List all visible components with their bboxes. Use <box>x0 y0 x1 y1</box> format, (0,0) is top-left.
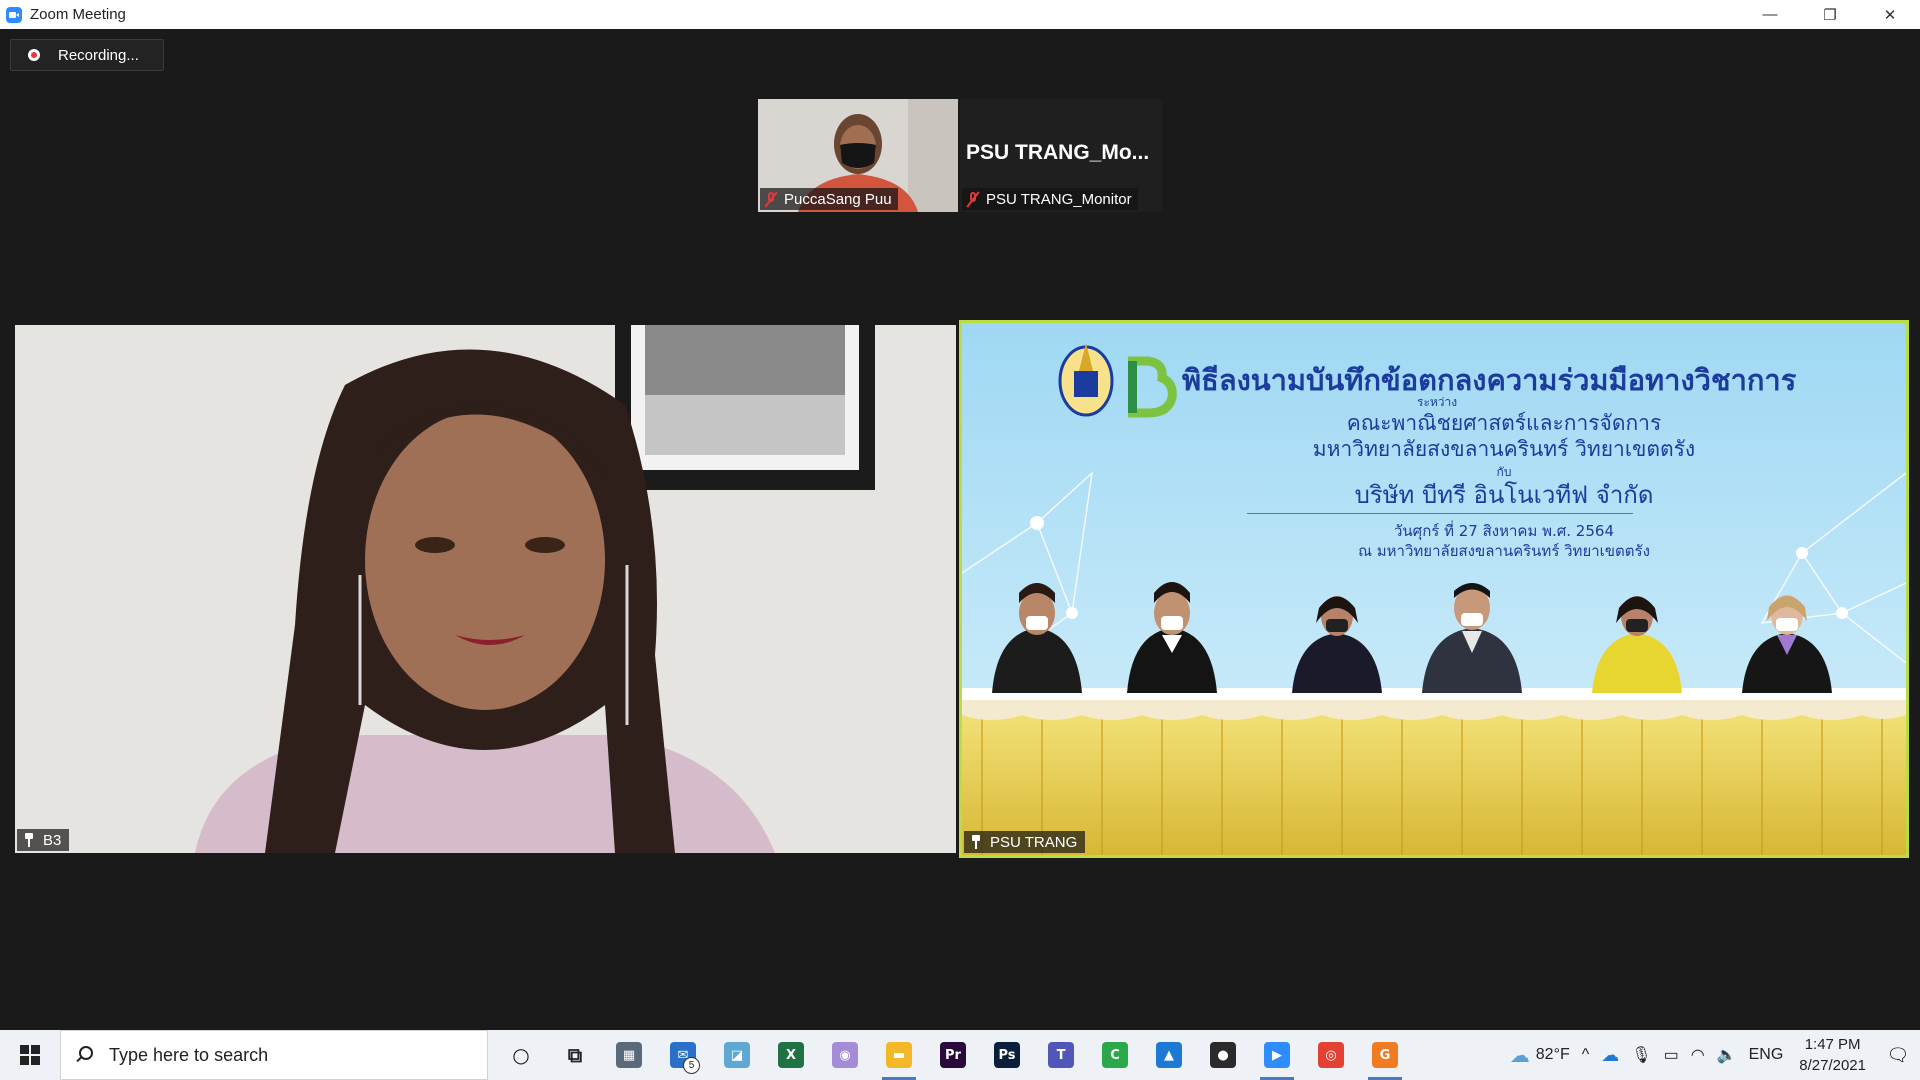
participant-name-tag: PSU TRANG_Monitor <box>962 188 1138 210</box>
taskbar-app-chrome[interactable]: ◎ <box>1304 1030 1358 1080</box>
mic-muted-icon <box>966 191 980 207</box>
video-tile-active-speaker[interactable]: พิธีลงนามบันทึกข้อตกลงความร่วมมือทางวิชา… <box>959 320 1909 858</box>
paint-icon: ◉ <box>832 1042 858 1068</box>
taskbar-app-premiere[interactable]: Pr <box>926 1030 980 1080</box>
stage-name-tag: PSU TRANG <box>964 831 1086 853</box>
excel-icon: X <box>778 1042 804 1068</box>
banner-title: พิธีลงนามบันทึกข้อตกลงความร่วมมือทางวิชา… <box>1182 363 1797 397</box>
whiteboard-icon: ▲ <box>1156 1042 1182 1068</box>
record-icon <box>28 49 40 61</box>
chevron-up-icon: ^ <box>1581 1046 1590 1063</box>
taskbar-app-calculator[interactable]: ▦ <box>602 1030 656 1080</box>
taskbar-app-sticky[interactable]: ◪ <box>710 1030 764 1080</box>
premiere-icon: Pr <box>940 1042 966 1068</box>
explorer-icon: ▬ <box>886 1042 912 1068</box>
stage-participant-name: PSU TRANG <box>990 833 1078 851</box>
taskbar-app-camtasia[interactable]: C <box>1088 1030 1142 1080</box>
participant-thumbnail-no-video[interactable]: PSU TRANG_Mo... PSU TRANG_Monitor <box>960 99 1162 212</box>
windows-taskbar: ○ ⧉ ▦ ✉5 ◪ X ◉ ▬ Pr Ps T C ▲ ● ▶ ◎ G ☁ 82°F ^ ☁ 🎙 ▭ ◠ 🔈 … <box>0 1030 1920 1080</box>
microphone-icon[interactable]: 🎙 <box>1625 1030 1657 1080</box>
participant-name: PuccaSang Puu <box>784 190 892 208</box>
taskbar-app-pdf[interactable]: G <box>1358 1030 1412 1080</box>
taskbar-app-obs[interactable]: ● <box>1196 1030 1250 1080</box>
video-tile-speaker[interactable]: B3 <box>15 325 956 853</box>
wifi-icon[interactable]: ◠ <box>1685 1030 1711 1080</box>
taskbar-app-cortana[interactable]: ○ <box>494 1030 548 1080</box>
taskbar-app-teams[interactable]: T <box>1034 1030 1088 1080</box>
recording-label: Recording... <box>58 46 139 64</box>
weather-widget[interactable]: ☁ 82°F <box>1504 1030 1576 1080</box>
minimize-button[interactable]: — <box>1740 0 1800 29</box>
participant-name-tag: PuccaSang Puu <box>760 188 898 210</box>
pinned-apps: ○ ⧉ ▦ ✉ 5 ◪ X ◉ ▬ Pr Ps T C ▲ ● ▶ ◎ G <box>494 1030 1412 1080</box>
search-icon <box>75 1046 93 1064</box>
photoshop-icon: Ps <box>994 1042 1020 1068</box>
taskbar-app-mail[interactable]: ✉ 5 <box>656 1030 710 1080</box>
clock-date: 8/27/2021 <box>1799 1057 1866 1074</box>
calculator-icon: ▦ <box>616 1042 642 1068</box>
chrome-icon: ◎ <box>1318 1042 1344 1068</box>
zoom-icon: ▶ <box>1264 1042 1290 1068</box>
taskbar-app-excel[interactable]: X <box>764 1030 818 1080</box>
taskbar-app-paint[interactable]: ◉ <box>818 1030 872 1080</box>
zoom-app-icon <box>6 6 22 23</box>
banner-company: บริษัท บีทรี อินโนเวทีฟ จำกัด <box>1354 481 1654 509</box>
taskbar-search[interactable] <box>60 1030 488 1080</box>
windows-logo-icon <box>20 1045 40 1065</box>
obs-icon: ● <box>1210 1042 1236 1068</box>
weather-temp: 82°F <box>1535 1046 1570 1063</box>
close-button[interactable]: ✕ <box>1860 0 1920 29</box>
search-input[interactable] <box>107 1043 471 1067</box>
show-hidden-icons[interactable]: ^ <box>1576 1030 1596 1080</box>
task-view-icon: ⧉ <box>567 1043 583 1067</box>
participant-thumbnail-video[interactable]: PuccaSang Puu <box>758 99 958 212</box>
system-tray: ☁ 82°F ^ ☁ 🎙 ▭ ◠ 🔈 ENG 1:47 PM 8/27/2021… <box>1504 1030 1920 1080</box>
start-button[interactable] <box>0 1030 60 1080</box>
restore-button[interactable]: ❐ <box>1800 0 1860 29</box>
taskbar-app-task-view[interactable]: ⧉ <box>548 1030 602 1080</box>
pdf-icon: G <box>1372 1042 1398 1068</box>
cortana-icon: ○ <box>512 1043 530 1067</box>
participant-display-name: PSU TRANG_Mo... <box>966 141 1150 164</box>
window-title: Zoom Meeting <box>30 6 126 23</box>
speaker-video-frame <box>15 325 956 853</box>
taskbar-app-explorer[interactable]: ▬ <box>872 1030 926 1080</box>
window-controls: — ❐ ✕ <box>1740 0 1920 29</box>
taskbar-app-zoom[interactable]: ▶ <box>1250 1030 1304 1080</box>
onedrive-icon[interactable]: ☁ <box>1595 1030 1625 1080</box>
mail-count-badge: 5 <box>683 1057 700 1074</box>
recording-indicator[interactable]: Recording... <box>10 39 164 71</box>
participant-name: PSU TRANG_Monitor <box>986 190 1132 208</box>
taskbar-app-whiteboard[interactable]: ▲ <box>1142 1030 1196 1080</box>
taskbar-clock[interactable]: 1:47 PM 8/27/2021 <box>1789 1034 1876 1076</box>
speaker-name-tag: B3 <box>17 829 70 851</box>
speaker-name: B3 <box>43 831 62 849</box>
pin-icon <box>970 835 982 849</box>
notification-icon: 🗨 <box>1886 1044 1910 1065</box>
battery-icon[interactable]: ▭ <box>1658 1030 1685 1080</box>
banner-venue: ณ มหาวิทยาลัยสงขลานครินทร์ วิทยาเขตตรัง <box>1358 542 1650 560</box>
banner-university: มหาวิทยาลัยสงขลานครินทร์ วิทยาเขตตรัง <box>1312 437 1696 461</box>
title-bar: Zoom Meeting — ❐ ✕ <box>0 0 1920 29</box>
taskbar-app-photoshop[interactable]: Ps <box>980 1030 1034 1080</box>
weather-cloud-icon: ☁ <box>1509 1044 1530 1067</box>
pin-icon <box>23 833 35 847</box>
volume-icon[interactable]: 🔈 <box>1711 1030 1743 1080</box>
camtasia-icon: C <box>1102 1042 1128 1068</box>
clock-time: 1:47 PM <box>1804 1036 1861 1053</box>
banner-divider <box>1247 513 1633 514</box>
mic-muted-icon <box>764 191 778 207</box>
input-language[interactable]: ENG <box>1743 1030 1790 1080</box>
sticky-icon: ◪ <box>724 1042 750 1068</box>
teams-icon: T <box>1048 1042 1074 1068</box>
notification-center-button[interactable]: 🗨 <box>1876 1030 1920 1080</box>
